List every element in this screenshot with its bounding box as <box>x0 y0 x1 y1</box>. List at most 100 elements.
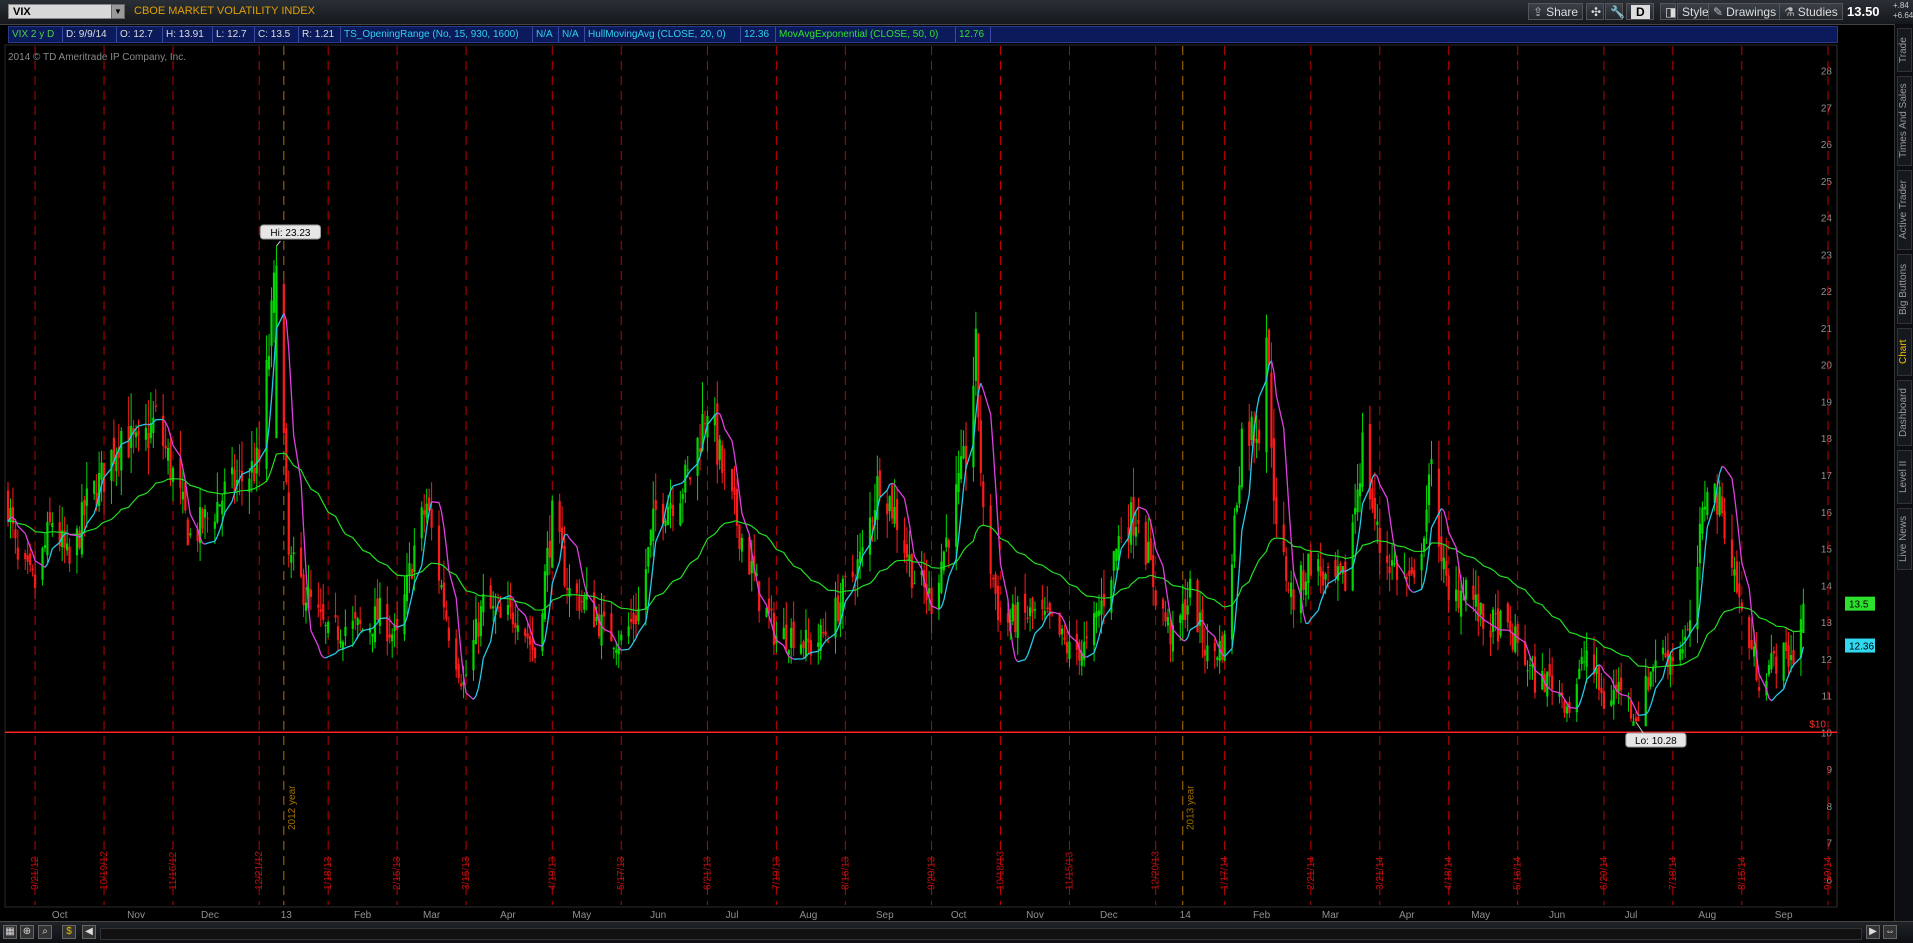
hull-ma-segment <box>980 382 984 390</box>
candle-body <box>1799 619 1803 658</box>
candle-body <box>1196 580 1199 633</box>
expand-button[interactable]: ⇔ <box>1883 925 1897 939</box>
drawings-button[interactable]: ✎ Drawings <box>1708 3 1782 20</box>
hull-ma-segment <box>1546 686 1551 690</box>
hull-ma-segment <box>1334 574 1339 580</box>
candle-body <box>1206 645 1209 662</box>
candle-body <box>878 470 881 497</box>
candle-body <box>706 416 709 438</box>
hull-ma-segment <box>1288 503 1292 539</box>
price-chart[interactable]: 6 7 8 9 10 11 12 13 14 15 16 17 18 19 20 21 22 23 24 25 26 27… <box>0 0 1913 943</box>
candle-body <box>1615 684 1618 691</box>
style-toggle-button[interactable]: ◨ <box>1660 3 1676 20</box>
hull-ma-segment <box>621 648 629 651</box>
hull-ma-segment <box>86 513 95 525</box>
symbol-period[interactable]: VIX 2 y D <box>9 27 63 42</box>
sidebar-tab-trade[interactable]: Trade <box>1897 28 1912 72</box>
scroll-right-button[interactable]: ▶ <box>1866 925 1880 939</box>
candle-body <box>1097 610 1101 616</box>
month-label: Dec <box>1100 910 1118 921</box>
y-tick-label: 26 <box>1821 140 1833 151</box>
candle-body <box>1595 667 1598 674</box>
sidebar-tab-big-buttons[interactable]: Big Buttons <box>1897 254 1912 324</box>
hull-ma-segment <box>857 564 861 575</box>
sidebar-tab-active-trader[interactable]: Active Trader <box>1897 170 1912 250</box>
candle-body <box>213 521 216 529</box>
candle-body <box>895 499 899 531</box>
studies-button[interactable]: ⚗ Studies <box>1779 3 1843 20</box>
hull-ma-segment <box>1391 532 1396 549</box>
hull-ma-segment <box>672 483 681 487</box>
wrench-button[interactable]: 🔧 <box>1605 3 1625 20</box>
candle-body <box>1413 570 1416 578</box>
crosshair-tool-button[interactable]: ✣ <box>1586 3 1604 20</box>
sidebar-tab-dashboard[interactable]: Dashboard <box>1897 380 1912 446</box>
candle-body <box>1361 432 1364 488</box>
candle-body <box>144 427 148 440</box>
hull-ma-segment <box>253 462 258 467</box>
candle-body <box>1627 696 1630 698</box>
hull-ma-segment <box>421 546 425 566</box>
hull-ma-segment <box>1317 601 1322 611</box>
study-ema[interactable]: MovAvgExponential (CLOSE, 50, 0) <box>776 27 956 42</box>
hull-ma-segment <box>1132 510 1137 518</box>
horizontal-scrollbar[interactable] <box>100 928 1862 940</box>
grid-layout-button[interactable]: ▦ <box>3 925 17 939</box>
hull-ma-segment <box>628 645 632 650</box>
candle-body <box>1671 657 1674 662</box>
hull-ma-segment <box>1167 600 1172 617</box>
zoom-button[interactable]: ⊕ <box>20 925 34 939</box>
sidebar-tab-times-and-sales[interactable]: Times And Sales <box>1897 76 1912 166</box>
hull-ma-segment <box>1292 571 1302 597</box>
sidebar-tab-live-news[interactable]: Live News <box>1897 508 1912 570</box>
candle-body <box>1629 701 1633 719</box>
hull-ma-segment <box>1638 713 1646 716</box>
hull-ma-tag-box <box>1845 638 1875 653</box>
hull-ma-segment <box>1403 574 1408 584</box>
hull-ma-segment <box>475 688 480 697</box>
hull-ma-segment <box>14 519 19 527</box>
candle-body <box>972 385 975 468</box>
hull-ma-segment <box>362 628 371 632</box>
sidebar-tab-chart[interactable]: Chart <box>1897 328 1912 376</box>
candle-body <box>1425 509 1428 532</box>
hull-ma-segment <box>1376 476 1381 485</box>
hull-ma-segment <box>1411 590 1415 594</box>
candle-body <box>472 640 475 671</box>
d-button[interactable]: D <box>1626 3 1654 20</box>
hull-ma-segment <box>1388 515 1393 534</box>
candle-body <box>341 641 345 650</box>
hull-ma-segment <box>598 620 603 627</box>
candle-body <box>563 545 566 586</box>
hull-ma-segment <box>1324 583 1329 590</box>
share-button[interactable]: ⇪ Share <box>1528 3 1584 20</box>
scroll-left-button[interactable]: ◀ <box>82 925 96 939</box>
study-opening-range[interactable]: TS_OpeningRange (No, 15, 930, 1600) <box>341 27 533 42</box>
study-hull-moving-avg[interactable]: HullMovingAvg (CLOSE, 20, 0) <box>585 27 741 42</box>
candle-body <box>716 403 719 465</box>
candle-body <box>1065 642 1069 654</box>
symbol-dropdown-icon[interactable]: ▼ <box>111 4 125 19</box>
sidebar-tab-level-ii[interactable]: Level II <box>1897 450 1912 504</box>
candle-body <box>1681 649 1684 654</box>
candle-body <box>1499 610 1502 636</box>
dollar-button[interactable]: $ <box>62 925 76 939</box>
hull-ma-segment <box>724 428 733 442</box>
hull-ma-segment <box>1268 360 1272 366</box>
candle-body <box>1533 656 1537 693</box>
candle-body <box>765 607 768 617</box>
hull-ma-segment <box>293 435 302 482</box>
hull-ma-segment <box>632 637 637 643</box>
hull-ma-segment <box>199 537 204 544</box>
month-label: Jun <box>650 910 666 921</box>
hull-ma-segment <box>1800 646 1805 658</box>
candle-body <box>61 530 64 548</box>
search-button[interactable]: ⌕ <box>38 925 52 939</box>
candle-body <box>272 272 276 313</box>
candle-body <box>302 574 305 606</box>
hull-ma-segment <box>480 658 484 676</box>
candle-body <box>947 539 950 548</box>
candle-body <box>75 528 79 556</box>
hull-ma-segment <box>618 647 622 651</box>
symbol-input[interactable]: VIX <box>8 4 118 19</box>
